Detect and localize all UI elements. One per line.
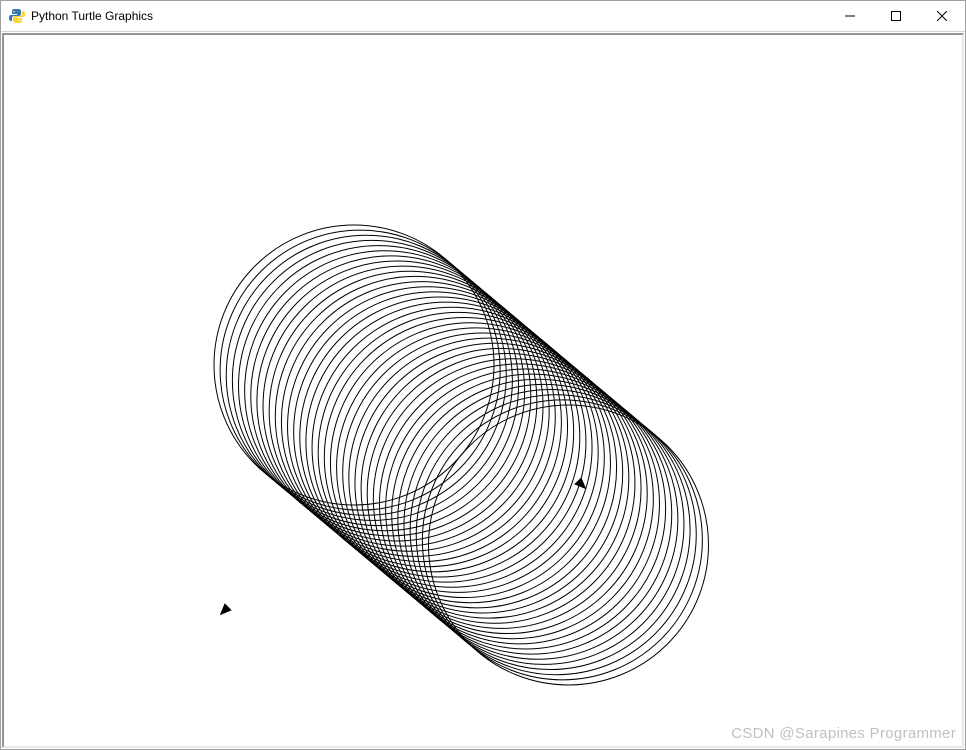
watermark-text: CSDN @Sarapines Programmer [731, 725, 956, 742]
turtle-cursor-icon [574, 477, 590, 493]
window-controls [827, 1, 965, 31]
turtle-cursor-icon [216, 603, 232, 619]
close-button[interactable] [919, 1, 965, 31]
app-window: Python Turtle Graphics [0, 0, 966, 750]
turtle-drawing [4, 35, 964, 747]
turtle-canvas [2, 33, 964, 748]
minimize-button[interactable] [827, 1, 873, 31]
python-turtle-icon [9, 8, 25, 24]
close-icon [937, 11, 947, 21]
titlebar[interactable]: Python Turtle Graphics [1, 1, 965, 32]
window-title: Python Turtle Graphics [31, 9, 827, 23]
maximize-icon [891, 11, 901, 21]
minimize-icon [845, 11, 855, 21]
maximize-button[interactable] [873, 1, 919, 31]
